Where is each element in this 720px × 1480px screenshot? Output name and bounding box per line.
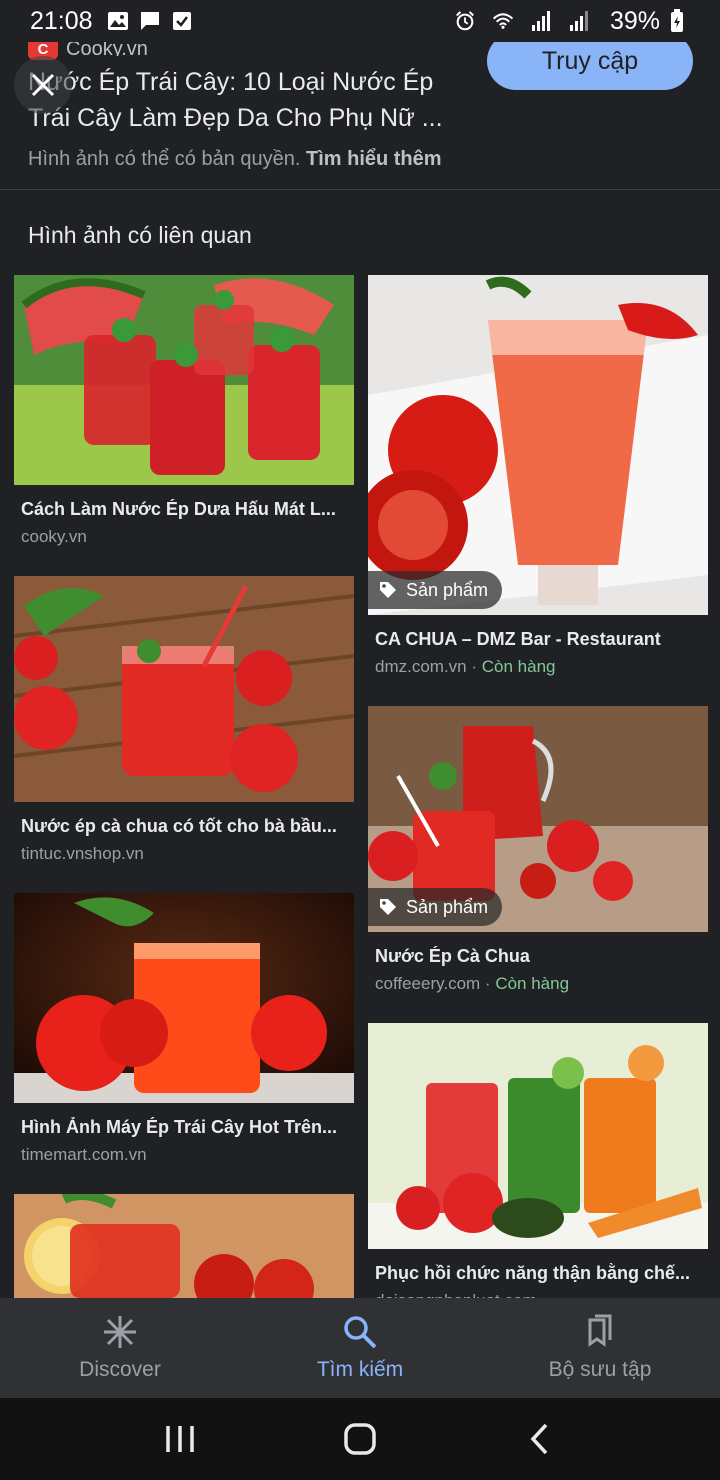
product-badge-label: Sản phẩm [406,896,489,917]
system-navigation-bar [0,1398,720,1480]
gallery-notification-icon [107,10,129,32]
related-card[interactable]: Hình Ảnh Máy Ép Trái Cây Hot Trên... tim… [14,893,354,1165]
alarm-icon [454,10,476,32]
back-button[interactable] [510,1409,570,1469]
card-source: timemart.com.vn [21,1145,147,1164]
collections-bookmark-icon [588,1314,612,1347]
card-source: tintuc.vnshop.vn [21,844,144,863]
card-source: dmz.com.vn [375,657,467,676]
learn-more-link[interactable]: Tìm hiểu thêm [306,148,442,170]
tomato-juice-pitcher-image[interactable]: Sản phẩm [368,706,708,932]
bottom-navigation: Discover Tìm kiếm Bộ sưu tập [0,1298,720,1398]
product-badge: Sản phẩm [368,571,503,609]
nav-collections-label: Bộ sưu tập [548,1358,652,1381]
nav-search-label: Tìm kiếm [316,1358,404,1381]
card-source: cooky.vn [21,527,87,546]
stock-status: Còn hàng [495,974,570,993]
product-badge: Sản phẩm [368,888,503,926]
nav-discover[interactable]: Discover [0,1298,240,1398]
related-card[interactable]: Phục hồi chức năng thận bằng chế... dois… [368,1023,708,1311]
recent-apps-button[interactable] [150,1409,210,1469]
recent-apps-icon [166,1426,194,1452]
status-bar: 21:08 39% [0,0,720,42]
vegetable-juices-image[interactable] [368,1023,708,1249]
tag-icon [380,582,396,598]
signal-2-icon [568,10,590,32]
card-title: Nước ép cà chua có tốt cho bà bầu... [21,816,337,836]
home-icon [344,1423,376,1455]
card-source: coffeeery.com [375,974,481,993]
related-card[interactable]: Cách Làm Nước Ép Dưa Hấu Mát L... cooky.… [14,275,354,547]
search-icon [344,1316,377,1349]
copyright-text: Hình ảnh có thể có bản quyền. [28,148,301,170]
watermelon-juice-image[interactable] [14,275,354,485]
card-title: Cách Làm Nước Ép Dưa Hấu Mát L... [21,499,336,519]
close-icon [31,73,55,97]
card-title: CA CHUA – DMZ Bar - Restaurant [375,629,661,649]
tomato-juice-tall-glass-image[interactable]: Sản phẩm [368,275,708,615]
nav-search[interactable]: Tìm kiếm [240,1298,480,1398]
tag-icon [380,899,396,915]
card-title: Nước Ép Cà Chua [375,946,530,966]
stock-status: Còn hàng [481,657,556,676]
copyright-notice: Hình ảnh có thể có bản quyền. Tìm hiểu t… [28,148,442,171]
card-source-row: coffeeery.com · Còn hàng [375,974,570,993]
card-title: Hình Ảnh Máy Ép Trái Cây Hot Trên... [21,1117,338,1137]
battery-icon [666,9,688,32]
tomato-juice-image[interactable] [14,576,354,802]
related-card[interactable]: Nước ép cà chua có tốt cho bà bầu... tin… [14,576,354,864]
related-card[interactable]: Sản phẩm CA CHUA – DMZ Bar - Restaurant … [368,275,708,677]
product-badge-label: Sản phẩm [406,579,489,600]
status-time: 21:08 [30,6,93,35]
home-button[interactable] [330,1409,390,1469]
nav-discover-label: Discover [79,1358,161,1381]
message-notification-icon [139,10,161,32]
related-images-heading: Hình ảnh có liên quan [28,222,252,248]
back-icon [530,1423,548,1455]
battery-percent: 39% [609,6,660,35]
card-title: Phục hồi chức năng thận bằng chế... [375,1263,691,1283]
image-title[interactable]: Nước Ép Trái Cây: 10 Loại Nước Ép Trái C… [28,64,468,136]
nav-collections[interactable]: Bộ sưu tập [480,1298,720,1398]
related-card[interactable] [14,1194,354,1298]
close-button[interactable] [14,56,72,114]
wifi-icon [492,10,514,32]
discover-asterisk-icon [104,1316,136,1348]
checkbox-notification-icon [171,10,193,32]
signal-icon [530,10,552,32]
lemon-tomato-juice-image[interactable] [14,1194,354,1298]
tomato-juice-glass-image[interactable] [14,893,354,1103]
related-card[interactable]: Sản phẩm Nước Ép Cà Chua coffeeery.com ·… [368,706,708,994]
card-source-row: dmz.com.vn · Còn hàng [375,657,556,676]
source-name: Cooky.vn [66,42,148,56]
result-header: C Cooky.vn Nước Ép Trái Cây: 10 Loại Nướ… [0,32,720,190]
